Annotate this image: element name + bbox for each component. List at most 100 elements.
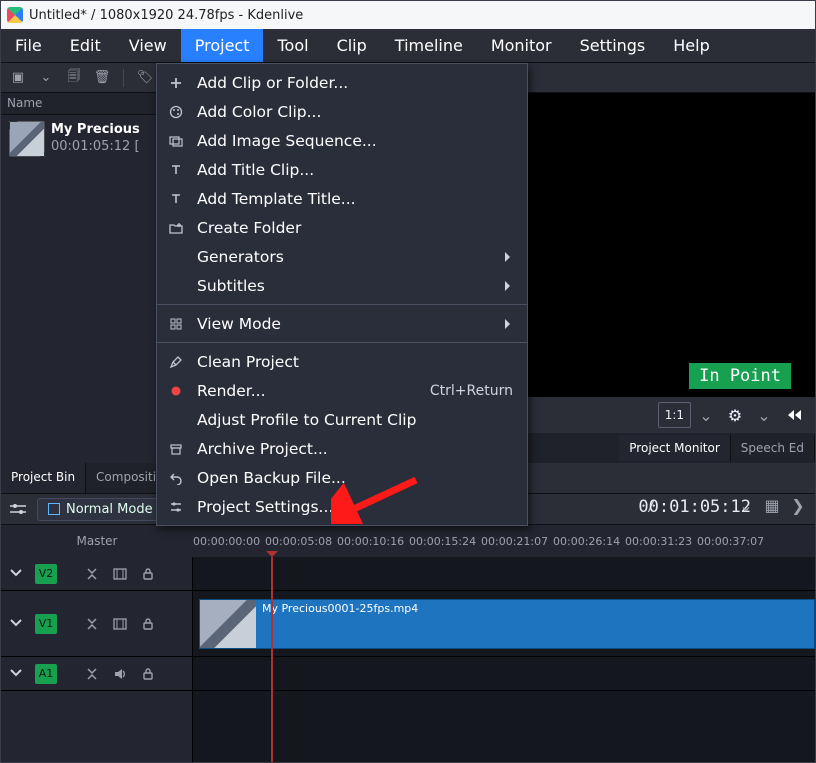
- clip-thumbnail: [9, 121, 45, 157]
- menubar: FileEditViewProjectToolClipTimelineMonit…: [1, 29, 815, 63]
- track-lock-icon[interactable]: [139, 565, 157, 583]
- layout-grid-icon[interactable]: ▦: [763, 496, 781, 514]
- track-expand-icon[interactable]: [9, 565, 27, 583]
- menu-item-render[interactable]: Render... Ctrl+Return: [157, 376, 527, 405]
- track-header-a1[interactable]: A1: [1, 657, 192, 691]
- monitor-dropdown-icon[interactable]: ⌄: [755, 406, 773, 424]
- timeline-timecode[interactable]: 00:01:05:12: [638, 497, 751, 517]
- timeline: Master 00:00:00:0000:00:05:0800:00:10:16…: [1, 525, 815, 762]
- track-expand-icon[interactable]: [9, 615, 27, 633]
- menu-separator: [157, 304, 527, 305]
- menu-clip[interactable]: Clip: [323, 29, 381, 62]
- menu-item-label: View Mode: [197, 315, 513, 333]
- menu-item-label: Add Template Title...: [197, 190, 513, 208]
- track-header-v2[interactable]: V2: [1, 557, 192, 591]
- menu-item-open-backup-file[interactable]: Open Backup File...: [157, 463, 527, 492]
- tab-speech-editor[interactable]: Speech Ed: [731, 435, 815, 461]
- menu-item-label: Clean Project: [197, 353, 513, 371]
- menu-view[interactable]: View: [115, 29, 181, 62]
- bin-dropdown-icon[interactable]: ⌄: [37, 69, 55, 87]
- zoom-dropdown-icon[interactable]: ⌄: [697, 406, 715, 424]
- track-lock-icon[interactable]: [139, 615, 157, 633]
- menu-item-icon: [167, 411, 185, 429]
- tab-project-bin[interactable]: Project Bin: [1, 463, 86, 493]
- tab-project-monitor[interactable]: Project Monitor: [619, 435, 731, 461]
- ruler-tick: 00:00:15:24: [409, 535, 481, 548]
- menu-item-label: Generators: [197, 248, 513, 266]
- bin-clip-item[interactable]: My Precious 00:01:05:12 [: [1, 115, 156, 163]
- menu-item-add-template-title[interactable]: Add Template Title...: [157, 184, 527, 213]
- menu-item-project-settings[interactable]: Project Settings...: [157, 492, 527, 521]
- master-track-label[interactable]: Master: [1, 525, 193, 557]
- menu-item-clean-project[interactable]: Clean Project: [157, 347, 527, 376]
- ruler-tick: 00:00:21:07: [481, 535, 553, 548]
- menu-item-label: Archive Project...: [197, 440, 513, 458]
- menu-settings[interactable]: Settings: [566, 29, 660, 62]
- track-fx-icon[interactable]: [83, 665, 101, 683]
- menu-item-icon: [167, 277, 185, 295]
- bin-column-header[interactable]: Name: [1, 93, 156, 115]
- menu-item-shortcut: Ctrl+Return: [430, 383, 513, 399]
- menu-item-label: Add Clip or Folder...: [197, 74, 513, 92]
- timecode-dropdown-icon[interactable]: ⌄: [737, 496, 755, 514]
- clip-duration: 00:01:05:12 [: [51, 138, 140, 155]
- zoom-1-1-button[interactable]: 1:1: [658, 402, 691, 428]
- track-name-chip[interactable]: A1: [35, 664, 57, 684]
- track-fx-icon[interactable]: [83, 615, 101, 633]
- timeline-clip[interactable]: My Precious0001-25fps.mp4: [199, 599, 815, 649]
- menu-item-label: Project Settings...: [197, 498, 513, 516]
- menu-item-subtitles[interactable]: Subtitles: [157, 271, 527, 300]
- rewind-button[interactable]: [779, 402, 807, 428]
- menu-item-add-image-sequence[interactable]: Add Image Sequence...: [157, 126, 527, 155]
- track-media-icon[interactable]: [111, 665, 129, 683]
- track-row-v2[interactable]: [193, 557, 815, 591]
- settings-sliders-icon[interactable]: [9, 500, 27, 518]
- edit-mode-chip[interactable]: Normal Mode: [37, 498, 164, 521]
- menu-project[interactable]: Project: [181, 29, 264, 62]
- track-name-chip[interactable]: V2: [35, 564, 57, 584]
- menu-edit[interactable]: Edit: [56, 29, 115, 62]
- bin-copy-icon[interactable]: 🗐: [65, 69, 83, 87]
- menu-item-icon: [167, 132, 185, 150]
- bin-tag-icon[interactable]: 🏷: [136, 69, 154, 87]
- menu-item-add-title-clip[interactable]: Add Title Clip...: [157, 155, 527, 184]
- menu-file[interactable]: File: [1, 29, 56, 62]
- menu-item-generators[interactable]: Generators: [157, 242, 527, 271]
- menu-timeline[interactable]: Timeline: [381, 29, 477, 62]
- track-header-v1[interactable]: V1: [1, 591, 192, 657]
- bin-target-icon[interactable]: ▣: [9, 69, 27, 87]
- menu-item-view-mode[interactable]: View Mode: [157, 309, 527, 338]
- playhead[interactable]: [271, 557, 273, 762]
- menu-item-adjust-profile-to-current-clip[interactable]: Adjust Profile to Current Clip: [157, 405, 527, 434]
- next-arrow-icon[interactable]: ❯: [789, 496, 807, 514]
- menu-item-add-clip-or-folder[interactable]: Add Clip or Folder...: [157, 68, 527, 97]
- track-name-chip[interactable]: V1: [35, 614, 57, 634]
- menu-help[interactable]: Help: [659, 29, 723, 62]
- menu-item-icon: [167, 74, 185, 92]
- menu-item-label: Render...: [197, 382, 418, 400]
- menu-item-add-color-clip[interactable]: Add Color Clip...: [157, 97, 527, 126]
- in-point-badge: In Point: [689, 363, 791, 389]
- menu-item-label: Subtitles: [197, 277, 513, 295]
- ruler-tick: 00:00:10:16: [337, 535, 409, 548]
- menu-tool[interactable]: Tool: [263, 29, 322, 62]
- menu-item-label: Open Backup File...: [197, 469, 513, 487]
- project-bin: Name My Precious 00:01:05:12 [: [1, 93, 157, 463]
- ruler-tick: 00:00:26:14: [553, 535, 625, 548]
- track-expand-icon[interactable]: [9, 665, 27, 683]
- track-row-a1[interactable]: [193, 657, 815, 691]
- menu-item-create-folder[interactable]: Create Folder: [157, 213, 527, 242]
- track-fx-icon[interactable]: [83, 565, 101, 583]
- project-menu-dropdown: Add Clip or Folder...Add Color Clip...Ad…: [156, 63, 528, 526]
- menu-monitor[interactable]: Monitor: [477, 29, 566, 62]
- monitor-settings-icon[interactable]: ⚙: [721, 402, 749, 428]
- bin-delete-icon[interactable]: 🗑: [93, 69, 111, 87]
- track-lock-icon[interactable]: [139, 665, 157, 683]
- track-media-icon[interactable]: [111, 565, 129, 583]
- timeline-tracks[interactable]: My Precious0001-25fps.mp4: [193, 557, 815, 762]
- timeline-ruler[interactable]: 00:00:00:0000:00:05:0800:00:10:1600:00:1…: [193, 525, 815, 557]
- menu-item-icon: [167, 190, 185, 208]
- track-row-v1[interactable]: My Precious0001-25fps.mp4: [193, 591, 815, 657]
- menu-item-archive-project[interactable]: Archive Project...: [157, 434, 527, 463]
- track-media-icon[interactable]: [111, 615, 129, 633]
